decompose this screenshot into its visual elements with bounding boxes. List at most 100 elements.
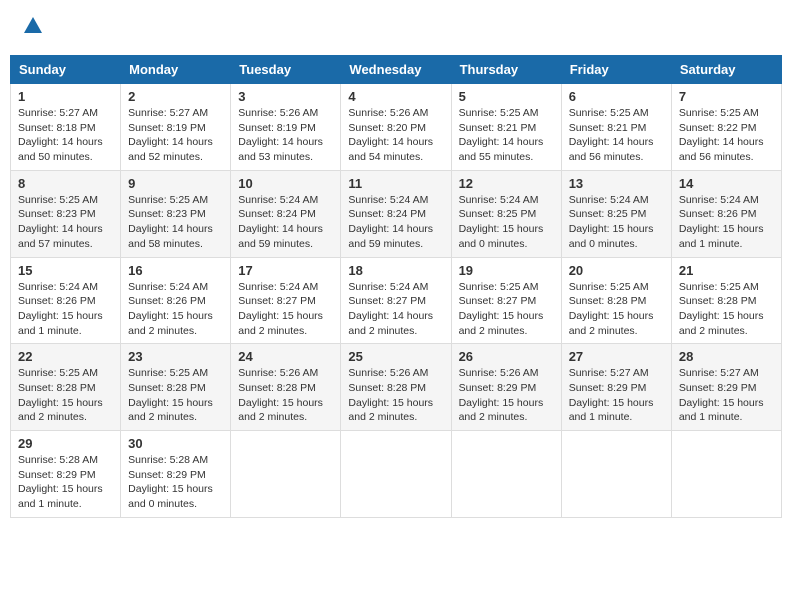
day-cell: 18 Sunrise: 5:24 AMSunset: 8:27 PMDayligh…	[341, 257, 451, 344]
day-cell: 2 Sunrise: 5:27 AMSunset: 8:19 PMDaylight…	[121, 84, 231, 171]
day-info: Sunrise: 5:24 AMSunset: 8:27 PMDaylight:…	[348, 281, 433, 337]
day-cell: 12 Sunrise: 5:24 AMSunset: 8:25 PMDayligh…	[451, 170, 561, 257]
day-number: 24	[238, 349, 333, 364]
day-cell: 23Sunrise: 5:25 AMSunset: 8:28 PMDayligh…	[121, 344, 231, 431]
day-number: 9	[128, 176, 223, 191]
day-info: Sunrise: 5:25 AMSunset: 8:28 PMDaylight:…	[128, 367, 213, 423]
day-number: 8	[18, 176, 113, 191]
day-cell	[341, 431, 451, 518]
day-cell: 13 Sunrise: 5:24 AMSunset: 8:25 PMDayligh…	[561, 170, 671, 257]
day-cell: 16Sunrise: 5:24 AMSunset: 8:26 PMDayligh…	[121, 257, 231, 344]
day-info: Sunrise: 5:26 AMSunset: 8:28 PMDaylight:…	[348, 367, 433, 423]
day-info: Sunrise: 5:24 AMSunset: 8:25 PMDaylight:…	[459, 194, 544, 250]
day-info: Sunrise: 5:27 AMSunset: 8:29 PMDaylight:…	[679, 367, 764, 423]
day-info: Sunrise: 5:26 AMSunset: 8:28 PMDaylight:…	[238, 367, 323, 423]
day-cell: 30 Sunrise: 5:28 AMSunset: 8:29 PMDayligh…	[121, 431, 231, 518]
day-cell	[231, 431, 341, 518]
day-number: 10	[238, 176, 333, 191]
day-info: Sunrise: 5:24 AMSunset: 8:25 PMDaylight:…	[569, 194, 654, 250]
day-info: Sunrise: 5:25 AMSunset: 8:21 PMDaylight:…	[459, 107, 544, 163]
weekday-header-tuesday: Tuesday	[231, 56, 341, 84]
day-cell	[451, 431, 561, 518]
week-row-2: 8 Sunrise: 5:25 AMSunset: 8:23 PMDaylight…	[11, 170, 782, 257]
day-number: 20	[569, 263, 664, 278]
day-info: Sunrise: 5:28 AMSunset: 8:29 PMDaylight:…	[18, 454, 103, 510]
day-info: Sunrise: 5:25 AMSunset: 8:27 PMDaylight:…	[459, 281, 544, 337]
day-cell: 17 Sunrise: 5:24 AMSunset: 8:27 PMDayligh…	[231, 257, 341, 344]
day-cell: 7 Sunrise: 5:25 AMSunset: 8:22 PMDaylight…	[671, 84, 781, 171]
day-info: Sunrise: 5:24 AMSunset: 8:27 PMDaylight:…	[238, 281, 323, 337]
day-info: Sunrise: 5:24 AMSunset: 8:26 PMDaylight:…	[18, 281, 103, 337]
day-number: 30	[128, 436, 223, 451]
day-number: 17	[238, 263, 333, 278]
day-cell: 27 Sunrise: 5:27 AMSunset: 8:29 PMDayligh…	[561, 344, 671, 431]
weekday-header-thursday: Thursday	[451, 56, 561, 84]
day-number: 18	[348, 263, 443, 278]
day-cell: 20 Sunrise: 5:25 AMSunset: 8:28 PMDayligh…	[561, 257, 671, 344]
weekday-header-saturday: Saturday	[671, 56, 781, 84]
day-cell: 11Sunrise: 5:24 AMSunset: 8:24 PMDayligh…	[341, 170, 451, 257]
logo-icon	[22, 15, 44, 37]
day-cell: 3 Sunrise: 5:26 AMSunset: 8:19 PMDaylight…	[231, 84, 341, 171]
day-number: 29	[18, 436, 113, 451]
day-cell: 15 Sunrise: 5:24 AMSunset: 8:26 PMDayligh…	[11, 257, 121, 344]
day-number: 6	[569, 89, 664, 104]
day-cell	[671, 431, 781, 518]
day-number: 15	[18, 263, 113, 278]
day-number: 13	[569, 176, 664, 191]
day-info: Sunrise: 5:26 AMSunset: 8:29 PMDaylight:…	[459, 367, 544, 423]
day-cell	[561, 431, 671, 518]
day-number: 3	[238, 89, 333, 104]
day-number: 16	[128, 263, 223, 278]
day-cell: 9 Sunrise: 5:25 AMSunset: 8:23 PMDaylight…	[121, 170, 231, 257]
day-number: 2	[128, 89, 223, 104]
day-info: Sunrise: 5:25 AMSunset: 8:23 PMDaylight:…	[128, 194, 213, 250]
weekday-header-monday: Monday	[121, 56, 231, 84]
day-number: 27	[569, 349, 664, 364]
day-number: 25	[348, 349, 443, 364]
day-cell: 24 Sunrise: 5:26 AMSunset: 8:28 PMDayligh…	[231, 344, 341, 431]
day-info: Sunrise: 5:24 AMSunset: 8:24 PMDaylight:…	[238, 194, 323, 250]
day-number: 11	[348, 176, 443, 191]
weekday-header-sunday: Sunday	[11, 56, 121, 84]
calendar: SundayMondayTuesdayWednesdayThursdayFrid…	[10, 55, 782, 518]
day-number: 19	[459, 263, 554, 278]
week-row-4: 22Sunrise: 5:25 AMSunset: 8:28 PMDayligh…	[11, 344, 782, 431]
day-cell: 10 Sunrise: 5:24 AMSunset: 8:24 PMDayligh…	[231, 170, 341, 257]
day-cell: 1 Sunrise: 5:27 AMSunset: 8:18 PMDaylight…	[11, 84, 121, 171]
day-info: Sunrise: 5:28 AMSunset: 8:29 PMDaylight:…	[128, 454, 213, 510]
day-info: Sunrise: 5:27 AMSunset: 8:18 PMDaylight:…	[18, 107, 103, 163]
day-cell: 5 Sunrise: 5:25 AMSunset: 8:21 PMDaylight…	[451, 84, 561, 171]
day-info: Sunrise: 5:25 AMSunset: 8:28 PMDaylight:…	[679, 281, 764, 337]
day-info: Sunrise: 5:25 AMSunset: 8:21 PMDaylight:…	[569, 107, 654, 163]
day-cell: 4Sunrise: 5:26 AMSunset: 8:20 PMDaylight…	[341, 84, 451, 171]
week-row-5: 29 Sunrise: 5:28 AMSunset: 8:29 PMDayligh…	[11, 431, 782, 518]
header	[10, 10, 782, 47]
day-cell: 19 Sunrise: 5:25 AMSunset: 8:27 PMDayligh…	[451, 257, 561, 344]
day-info: Sunrise: 5:25 AMSunset: 8:28 PMDaylight:…	[569, 281, 654, 337]
day-cell: 14 Sunrise: 5:24 AMSunset: 8:26 PMDayligh…	[671, 170, 781, 257]
day-number: 28	[679, 349, 774, 364]
day-cell: 26 Sunrise: 5:26 AMSunset: 8:29 PMDayligh…	[451, 344, 561, 431]
day-number: 5	[459, 89, 554, 104]
week-row-1: 1 Sunrise: 5:27 AMSunset: 8:18 PMDaylight…	[11, 84, 782, 171]
day-cell: 22Sunrise: 5:25 AMSunset: 8:28 PMDayligh…	[11, 344, 121, 431]
day-info: Sunrise: 5:25 AMSunset: 8:22 PMDaylight:…	[679, 107, 764, 163]
day-cell: 6 Sunrise: 5:25 AMSunset: 8:21 PMDaylight…	[561, 84, 671, 171]
weekday-header-friday: Friday	[561, 56, 671, 84]
day-number: 1	[18, 89, 113, 104]
day-cell: 29 Sunrise: 5:28 AMSunset: 8:29 PMDayligh…	[11, 431, 121, 518]
day-info: Sunrise: 5:27 AMSunset: 8:29 PMDaylight:…	[569, 367, 654, 423]
day-info: Sunrise: 5:27 AMSunset: 8:19 PMDaylight:…	[128, 107, 213, 163]
day-number: 14	[679, 176, 774, 191]
day-info: Sunrise: 5:25 AMSunset: 8:23 PMDaylight:…	[18, 194, 103, 250]
day-info: Sunrise: 5:26 AMSunset: 8:20 PMDaylight:…	[348, 107, 433, 163]
day-cell: 25 Sunrise: 5:26 AMSunset: 8:28 PMDayligh…	[341, 344, 451, 431]
day-cell: 28 Sunrise: 5:27 AMSunset: 8:29 PMDayligh…	[671, 344, 781, 431]
day-info: Sunrise: 5:24 AMSunset: 8:26 PMDaylight:…	[679, 194, 764, 250]
day-cell: 8 Sunrise: 5:25 AMSunset: 8:23 PMDaylight…	[11, 170, 121, 257]
day-number: 12	[459, 176, 554, 191]
day-number: 7	[679, 89, 774, 104]
day-info: Sunrise: 5:26 AMSunset: 8:19 PMDaylight:…	[238, 107, 323, 163]
day-number: 26	[459, 349, 554, 364]
